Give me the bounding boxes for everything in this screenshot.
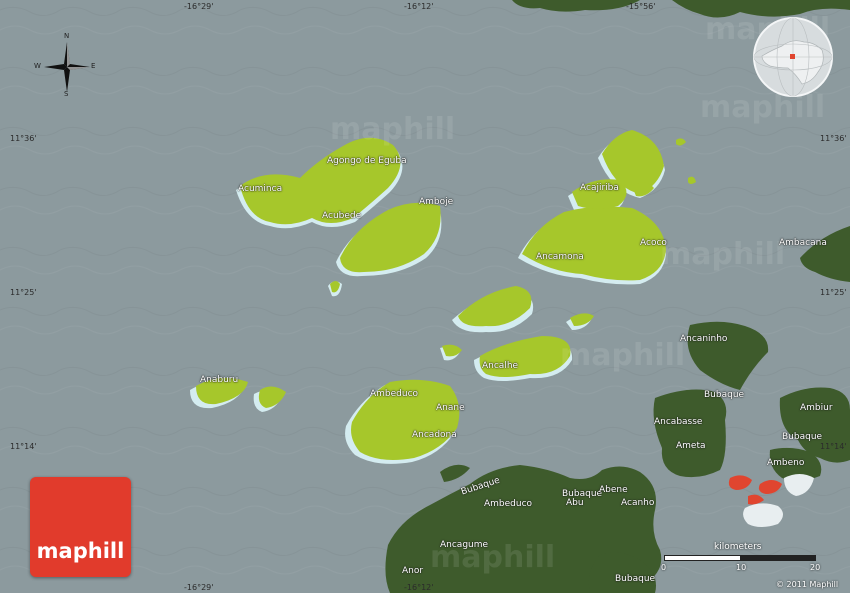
place-label: Bubaque xyxy=(615,574,656,584)
place-label: Ancalhe xyxy=(482,361,519,371)
place-label: Ambeduco xyxy=(370,389,419,399)
compass-rose: N S E W xyxy=(28,32,106,100)
place-label: Ancamona xyxy=(536,252,584,262)
compass-south: S xyxy=(64,90,69,98)
place-label: Acubede xyxy=(322,211,362,221)
place-label: Anaburu xyxy=(200,375,239,385)
place-label: Agongo de Eguba xyxy=(327,156,407,166)
longitude-label: -16°12' xyxy=(404,583,434,592)
place-label: Bubaque xyxy=(704,390,745,400)
place-label: Ameta xyxy=(676,441,706,451)
place-label: Ancabasse xyxy=(654,417,703,427)
longitude-label: -16°12' xyxy=(404,2,434,11)
place-label: Anane xyxy=(436,403,465,413)
longitude-label: -16°29' xyxy=(184,583,214,592)
compass-west: W xyxy=(34,62,41,70)
watermark: maphill xyxy=(330,112,456,147)
place-label: Ambeduco xyxy=(484,499,533,509)
place-label: Acanho xyxy=(621,498,655,508)
watermark: maphill xyxy=(660,237,786,272)
maphill-logo[interactable]: maphill xyxy=(30,477,131,577)
scale-units: kilometers xyxy=(714,542,762,552)
globe-icon xyxy=(753,17,833,97)
place-label: Abu xyxy=(566,498,584,508)
place-label: Anor xyxy=(402,566,424,576)
place-label: Ancagume xyxy=(440,540,489,550)
compass-north: N xyxy=(64,32,70,40)
latitude-label: 11°25' xyxy=(820,288,847,297)
scale-tick: 10 xyxy=(736,563,747,572)
locator-globe xyxy=(752,16,834,98)
place-label: Abene xyxy=(599,485,628,495)
logo-text: maphill xyxy=(36,539,125,563)
latitude-label: 11°36' xyxy=(820,134,847,143)
place-label: Bubaque xyxy=(782,432,823,442)
place-label: Ambiur xyxy=(800,403,833,413)
compass-east: E xyxy=(91,62,96,70)
place-label: Acuminca xyxy=(238,184,283,194)
place-label: Ambeno xyxy=(767,458,805,468)
copyright: © 2011 Maphill xyxy=(776,580,839,589)
longitude-label: -15°56' xyxy=(626,2,656,11)
scale-bar: kilometers 0 10 20 xyxy=(661,542,824,576)
place-label: Ambacana xyxy=(779,238,827,248)
watermark: maphill xyxy=(560,338,686,373)
latitude-label: 11°14' xyxy=(820,442,847,451)
place-label: Ancadona xyxy=(412,430,457,440)
place-label: Amboje xyxy=(419,197,454,207)
scale-tick: 20 xyxy=(810,563,821,572)
latitude-label: 11°36' xyxy=(10,134,37,143)
latitude-label: 11°14' xyxy=(10,442,37,451)
scale-tick: 0 xyxy=(661,563,667,572)
place-label: Ancaninho xyxy=(680,334,728,344)
latitude-label: 11°25' xyxy=(10,288,37,297)
scale-bar-graphic xyxy=(664,555,816,561)
relief-map[interactable]: maphill maphill maphill maphill maphill … xyxy=(0,0,850,593)
place-label: Acajiriba xyxy=(580,183,619,193)
longitude-label: -16°29' xyxy=(184,2,214,11)
place-label: Acoco xyxy=(640,238,667,248)
